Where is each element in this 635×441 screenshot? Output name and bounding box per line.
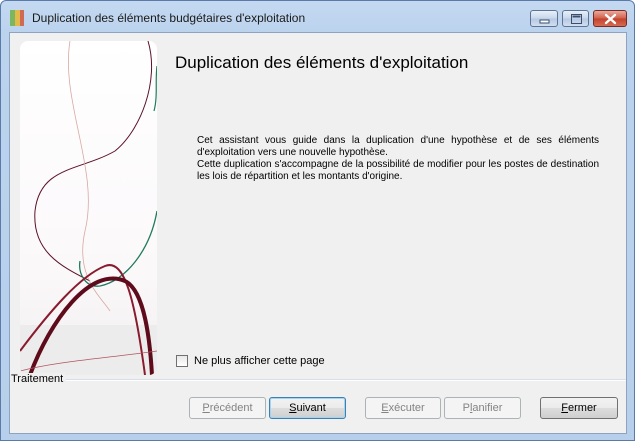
dont-show-again-label[interactable]: Ne plus afficher cette page <box>194 355 325 367</box>
minimize-button[interactable] <box>530 10 558 27</box>
dont-show-again-checkbox[interactable] <box>176 355 188 367</box>
title-bar[interactable]: Duplication des éléments budgétaires d'e… <box>1 1 634 33</box>
close-button[interactable]: Fermer <box>540 397 618 419</box>
maximize-icon <box>571 14 582 24</box>
group-divider <box>66 379 626 381</box>
previous-button[interactable]: Précédent <box>189 397 266 419</box>
description-paragraph-1: Cet assistant vous guide dans la duplica… <box>197 135 599 158</box>
wizard-description: Cet assistant vous guide dans la duplica… <box>197 135 599 183</box>
wizard-content: Duplication des éléments d'exploitation … <box>9 32 627 434</box>
decorative-curves <box>20 41 157 375</box>
group-label-traitement: Traitement <box>11 373 66 385</box>
window-title: Duplication des éléments budgétaires d'e… <box>32 11 306 25</box>
next-button[interactable]: Suivant <box>269 397 346 419</box>
maximize-button[interactable] <box>562 10 589 27</box>
schedule-button[interactable]: Planifier <box>444 397 521 419</box>
side-decoration <box>20 41 157 375</box>
close-window-button[interactable] <box>593 10 627 27</box>
description-paragraph-2: Cette duplication s'accompagne de la pos… <box>197 159 599 182</box>
app-icon <box>10 10 24 26</box>
minimize-icon <box>539 19 550 24</box>
wizard-heading: Duplication des éléments d'exploitation <box>175 53 469 72</box>
close-icon <box>604 13 617 25</box>
execute-button[interactable]: Exécuter <box>365 397 441 419</box>
dialog-window: Duplication des éléments budgétaires d'e… <box>0 0 635 441</box>
